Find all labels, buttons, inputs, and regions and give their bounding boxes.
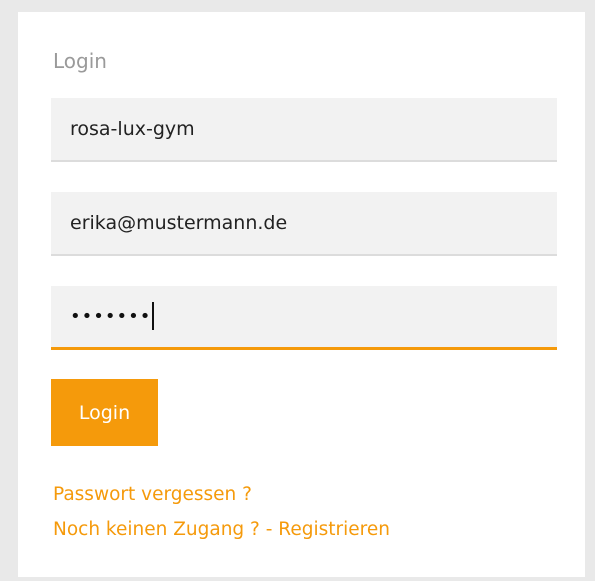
password-masked-value: ••••••• <box>70 306 152 327</box>
school-input[interactable] <box>51 98 557 160</box>
email-field[interactable] <box>51 192 557 256</box>
login-card: Login ••••••• Login Passwort vergessen ?… <box>18 12 585 577</box>
school-field[interactable] <box>51 98 557 162</box>
forgot-password-link[interactable]: Passwort vergessen ? <box>53 484 252 505</box>
text-caret <box>152 301 154 330</box>
password-field[interactable]: ••••••• <box>51 286 557 350</box>
login-title: Login <box>53 49 107 73</box>
email-input[interactable] <box>51 192 557 254</box>
register-link[interactable]: Noch keinen Zugang ? - Registrieren <box>53 519 390 540</box>
password-input[interactable]: ••••••• <box>70 286 154 347</box>
login-button[interactable]: Login <box>51 379 158 446</box>
